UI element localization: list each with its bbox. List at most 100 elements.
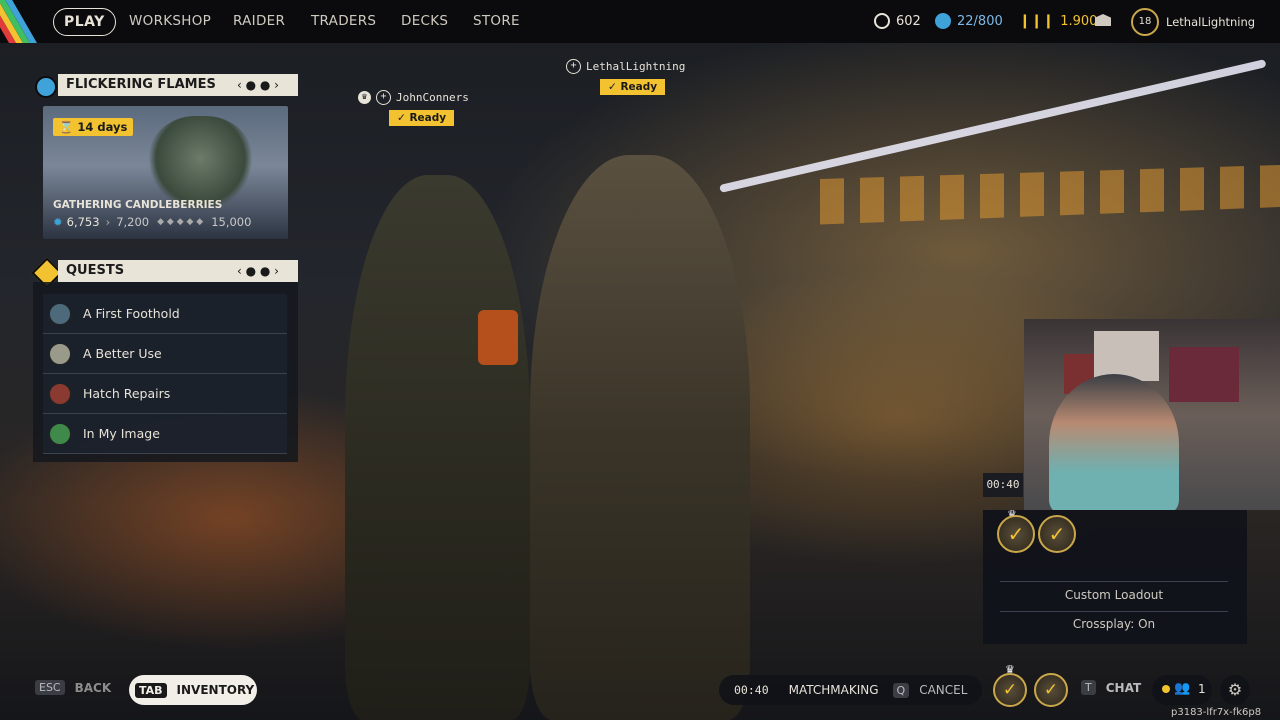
capacity-value: 22/800	[957, 13, 1003, 29]
party-size-button[interactable]: 👥 1	[1152, 675, 1212, 705]
q-key-hint: Q	[892, 682, 910, 698]
cancel-button[interactable]: Q CANCEL	[892, 682, 968, 698]
coins-stat: 602	[874, 13, 921, 29]
event-name: GATHERING CANDLEBERRIES	[53, 199, 223, 211]
party-member-ready-badge[interactable]: ✓	[997, 515, 1035, 553]
nav-traders-tab[interactable]: TRADERS	[311, 13, 376, 29]
raider-character-left	[345, 175, 530, 720]
session-id: p3183-lfr7x-fk6p8	[1171, 707, 1262, 718]
quest-giver-avatar	[49, 382, 71, 405]
inventory-button[interactable]: TAB INVENTORY	[129, 675, 257, 705]
cancel-label: CANCEL	[919, 683, 968, 697]
progress-next: 7,200	[116, 215, 150, 229]
wall-poster	[1094, 331, 1159, 381]
crown-icon: ♛	[358, 91, 371, 104]
party-divider	[1000, 611, 1228, 612]
ready-badge: ✓ Ready	[389, 110, 455, 126]
loadout-setting[interactable]: Custom Loadout	[1000, 588, 1228, 602]
event-gear-icon	[35, 76, 57, 98]
quest-item[interactable]: Hatch Repairs	[43, 374, 287, 414]
bunting-flags	[820, 165, 1280, 225]
capacity-stat: 22/800	[935, 13, 1003, 29]
chevron-right-icon: ›	[105, 215, 111, 229]
inventory-label: INVENTORY	[176, 683, 255, 697]
event-card[interactable]: ⌛ 14 days GATHERING CANDLEBERRIES ✹ 6,75…	[43, 106, 288, 239]
add-friend-icon[interactable]: +	[376, 90, 391, 105]
quests-list: A First Foothold A Better Use Hatch Repa…	[33, 282, 298, 462]
event-progress: ✹ 6,753 › 7,200 ◆ ◆ ◆ ◆ ◆ 15,000	[53, 215, 278, 229]
stash-icon	[935, 13, 951, 29]
quests-title: QUESTS	[66, 263, 125, 278]
party-divider	[1000, 581, 1228, 582]
top-nav-bar: PLAY WORKSHOP RAIDER TRADERS DECKS STORE…	[0, 0, 1280, 43]
esc-key-hint: ESC	[35, 680, 65, 695]
quest-giver-avatar	[49, 422, 71, 445]
level-value: 18	[1138, 16, 1152, 27]
settings-gear-icon[interactable]: ⚙	[1220, 675, 1250, 705]
back-button[interactable]: ESC BACK	[35, 680, 111, 695]
hourglass-icon: ⌛	[59, 120, 74, 134]
brand-stripes	[0, 0, 46, 43]
back-label: BACK	[74, 680, 112, 695]
quest-giver-avatar	[49, 302, 71, 325]
player-name: JohnConners	[396, 91, 469, 104]
event-pager[interactable]: ‹ ● ● ›	[237, 78, 279, 92]
nav-store-tab[interactable]: STORE	[473, 13, 520, 29]
nav-play-tab[interactable]: PLAY	[53, 8, 116, 36]
friends-icon: 👥	[1174, 681, 1191, 696]
quests-pager[interactable]: ‹ ● ● ›	[237, 264, 279, 278]
bottom-ready-badge[interactable]: ✓	[1034, 673, 1068, 707]
player-name: LethalLightning	[586, 60, 686, 73]
progress-max: 15,000	[211, 215, 252, 229]
chat-button[interactable]: T CHAT	[1081, 680, 1141, 695]
premium-stat: ❙❙❙ 1.900	[1019, 13, 1097, 29]
player-tag-2[interactable]: + LethalLightning	[566, 59, 685, 74]
t-key-hint: T	[1081, 680, 1096, 695]
chat-label: CHAT	[1105, 680, 1142, 695]
quest-label: A Better Use	[83, 346, 162, 361]
matchmaking-label: MATCHMAKING	[788, 683, 879, 697]
orange-shoulder-patch	[478, 310, 518, 365]
party-timer: 00:40	[983, 473, 1023, 497]
nav-raider-tab[interactable]: RAIDER	[233, 13, 285, 29]
raider-character-right	[530, 155, 750, 720]
ready-label: Ready	[620, 81, 658, 93]
event-title: FLICKERING FLAMES	[66, 77, 216, 92]
party-count: 1	[1198, 682, 1206, 696]
nav-decks-tab[interactable]: DECKS	[401, 13, 448, 29]
quest-label: Hatch Repairs	[83, 386, 171, 401]
player-tag-1[interactable]: ♛ + JohnConners	[358, 90, 469, 105]
bottom-ready-badge[interactable]: ✓	[993, 673, 1027, 707]
progress-current: 6,753	[66, 215, 100, 229]
matchmaking-bar: 00:40 MATCHMAKING Q CANCEL	[719, 675, 982, 705]
streamer-figure	[1049, 374, 1179, 510]
quest-item[interactable]: A Better Use	[43, 334, 287, 374]
quest-label: In My Image	[83, 426, 160, 441]
level-badge[interactable]: 18	[1131, 8, 1159, 36]
days-remaining: 14 days	[77, 120, 128, 134]
streamer-webcam	[1024, 319, 1280, 510]
wall-poster	[1169, 347, 1239, 402]
tab-key-hint: TAB	[135, 682, 167, 698]
quest-label: A First Foothold	[83, 306, 180, 321]
progress-dots: ◆ ◆ ◆ ◆ ◆	[157, 217, 204, 227]
quest-giver-avatar	[49, 342, 71, 365]
candleberry-tree-image	[148, 116, 253, 211]
status-dot-icon	[1162, 685, 1170, 693]
profile-username[interactable]: LethalLightning	[1166, 15, 1255, 29]
gear-small-icon: ✹	[53, 215, 63, 229]
add-friend-icon[interactable]: +	[566, 59, 581, 74]
coin-icon	[874, 13, 890, 29]
ready-badge: ✓ Ready	[600, 79, 666, 95]
check-icon: ✓	[608, 81, 617, 93]
quest-item[interactable]: In My Image	[43, 414, 287, 454]
premium-value: 1.900	[1060, 13, 1098, 29]
crossplay-setting[interactable]: Crossplay: On	[1000, 617, 1228, 631]
days-remaining-badge: ⌛ 14 days	[53, 118, 134, 136]
matchmaking-timer: 00:40	[734, 683, 769, 697]
quest-item[interactable]: A First Foothold	[43, 294, 287, 334]
check-icon: ✓	[397, 112, 406, 124]
ready-label: Ready	[409, 112, 447, 124]
party-member-ready-badge[interactable]: ✓	[1038, 515, 1076, 553]
nav-workshop-tab[interactable]: WORKSHOP	[129, 13, 211, 29]
